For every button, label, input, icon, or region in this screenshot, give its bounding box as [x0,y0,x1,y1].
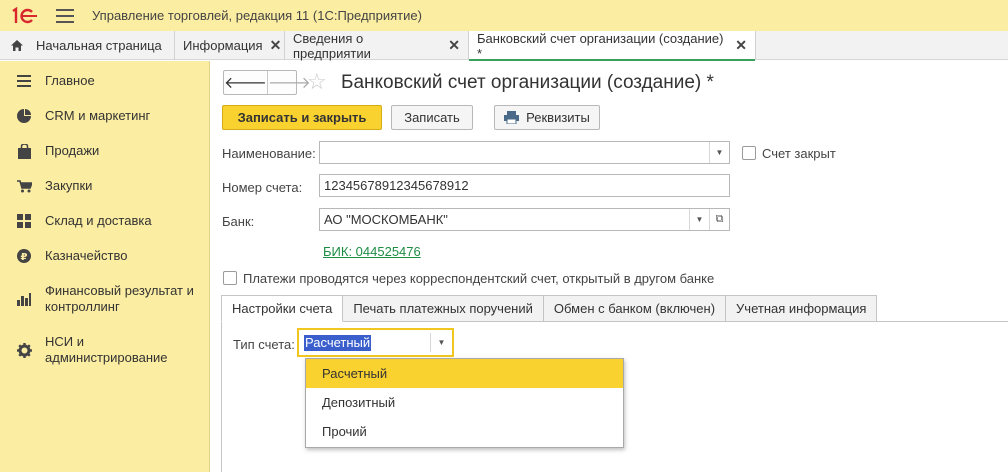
account-type-dropdown: Расчетный Депозитный Прочий [305,358,624,448]
tab-label: Сведения о предприятии [293,30,371,61]
sidebar-item-label: Склад и доставка [45,213,152,228]
pie-chart-icon [16,108,32,124]
correspondent-account-checkbox[interactable] [223,271,237,285]
chevron-down-icon[interactable]: ▼ [689,209,709,230]
tab-account-settings[interactable]: Настройки счета [221,295,344,322]
sidebar-item-finance[interactable]: Финансовый результат и контроллинг [0,283,200,315]
tab-label: Банковский счет организации (создание) * [477,30,724,61]
gear-icon [16,342,32,358]
tab-company-info[interactable]: Сведения о предприятии ✕ [285,30,469,61]
close-icon[interactable]: ✕ [735,37,747,54]
name-field[interactable]: ▼ [319,141,730,164]
sidebar-item-crm[interactable]: CRM и маркетинг [0,108,210,124]
sidebar-item-label: Казначейство [45,248,128,263]
main-content: 🡐 🡒 ☆ Банковский счет организации (созда… [211,61,1008,472]
account-number-label: Номер счета: [222,180,303,195]
tab-accounting-info[interactable]: Учетная информация [725,295,878,322]
title-bar: Управление торговлей, редакция 11 (1С:Пр… [0,0,1008,31]
tab-label: Начальная страница [36,38,162,53]
bank-value: АО "МОСКОМБАНК" [324,212,448,227]
account-type-label: Тип счета: [233,337,295,352]
sidebar-item-treasury[interactable]: ₽ Казначейство [0,248,210,264]
list-icon [16,73,32,89]
cart-icon [16,178,32,194]
close-icon[interactable]: ✕ [270,37,282,54]
account-closed-label: Счет закрыт [762,146,836,161]
correspondent-account-label: Платежи проводятся через корреспондентск… [243,271,715,286]
bank-label: Банк: [222,214,255,229]
tab-label: Информация [183,38,263,53]
sidebar-item-main[interactable]: Главное [0,73,210,89]
tab-home[interactable]: Начальная страница [0,31,175,60]
sidebar-item-label: НСИ и администрирование [45,334,168,365]
sidebar-item-label: Финансовый результат и контроллинг [45,283,194,314]
close-icon[interactable]: ✕ [448,37,460,54]
sidebar-item-label: Главное [45,73,95,88]
sidebar-item-purchases[interactable]: Закупки [0,178,210,194]
open-icon[interactable]: ⧉ [709,209,729,230]
name-label: Наименование: [222,146,316,161]
bank-field[interactable]: АО "МОСКОМБАНК" ▼ ⧉ [319,208,730,231]
save-and-close-button[interactable]: Записать и закрыть [222,105,382,130]
account-type-select[interactable]: Расчетный ▼ [297,328,454,357]
sidebar-item-label: Продажи [45,143,100,158]
grid-icon [16,213,32,229]
tab-bank-exchange[interactable]: Обмен с банком (включен) [542,295,727,322]
requisites-button[interactable]: Реквизиты [494,105,600,130]
tab-bar: Начальная страница Информация ✕ Сведения… [0,30,1008,61]
sidebar-item-label: CRM и маркетинг [45,108,151,123]
home-icon [11,40,23,51]
sidebar: Главное CRM и маркетинг Продажи Закупки … [0,61,210,472]
dropdown-option[interactable]: Прочий [306,417,623,446]
1c-logo [10,6,42,26]
favorite-star-icon[interactable]: ☆ [307,71,327,93]
printer-icon [504,111,520,124]
dropdown-option[interactable]: Расчетный [306,359,623,388]
chevron-down-icon[interactable]: ▼ [709,142,729,163]
sidebar-item-warehouse[interactable]: Склад и доставка [0,213,210,229]
bar-chart-icon [16,291,32,307]
account-type-value: Расчетный [304,335,372,351]
back-arrow-icon[interactable]: 🡐 [224,71,267,94]
requisites-label: Реквизиты [526,110,590,125]
forward-arrow-icon[interactable]: 🡒 [266,71,311,94]
sidebar-item-admin[interactable]: НСИ и администрирование [0,334,200,366]
ruble-icon: ₽ [16,248,32,264]
svg-text:₽: ₽ [21,252,28,263]
tab-info[interactable]: Информация ✕ [175,31,285,60]
page-title: Банковский счет организации (создание) * [341,72,714,93]
sidebar-item-sales[interactable]: Продажи [0,143,210,159]
account-number-field[interactable]: 12345678912345678912 [319,174,730,197]
sidebar-item-label: Закупки [45,178,93,193]
save-button[interactable]: Записать [391,105,473,130]
account-number-value: 12345678912345678912 [324,178,469,193]
account-closed-checkbox[interactable] [742,146,756,160]
main-menu-icon[interactable] [56,8,74,23]
dropdown-option[interactable]: Депозитный [306,388,623,417]
shopping-bag-icon [16,143,32,159]
tab-bank-account[interactable]: Банковский счет организации (создание) *… [469,30,756,61]
app-title: Управление торговлей, редакция 11 (1С:Пр… [92,8,422,23]
chevron-down-icon[interactable]: ▼ [430,333,452,352]
navigation-buttons: 🡐 🡒 [223,70,311,95]
bik-link[interactable]: БИК: 044525476 [323,244,421,259]
tab-payment-printing[interactable]: Печать платежных поручений [342,295,544,322]
form-tabs: Настройки счета Печать платежных поручен… [221,295,878,322]
